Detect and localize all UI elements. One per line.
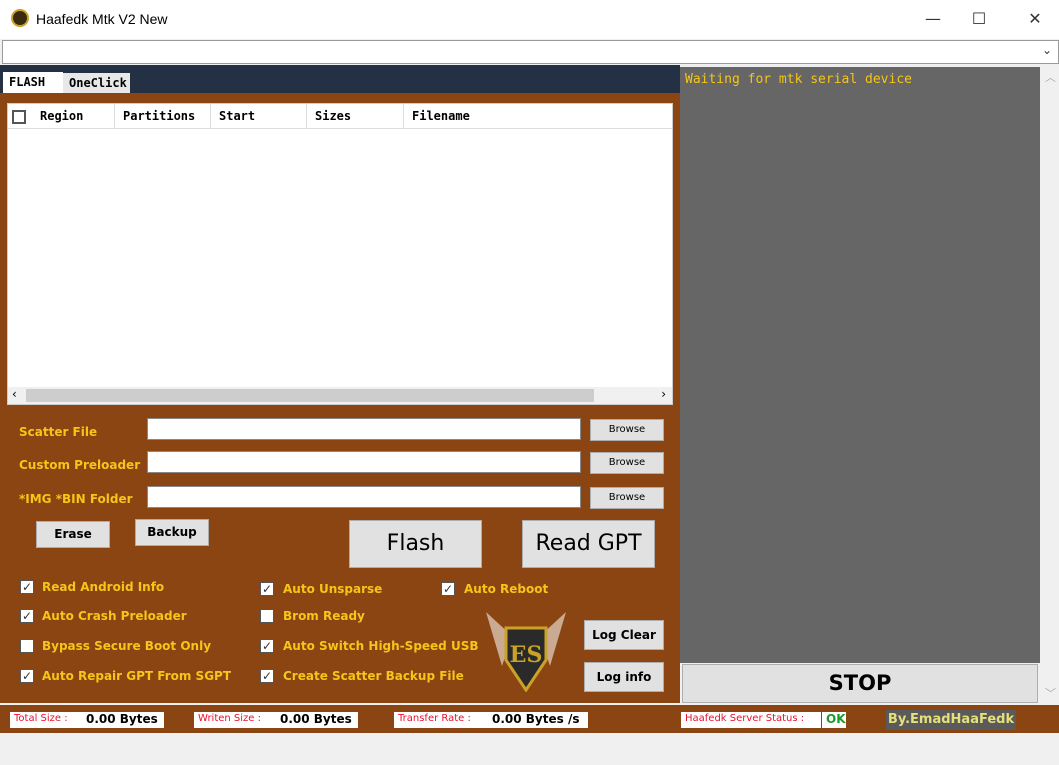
option-label: Bypass Secure Boot Only [42,639,212,653]
option-label: Auto Unsparse [283,582,383,596]
scroll-thumb[interactable] [26,389,594,402]
log-text: Waiting for mtk serial device [685,72,912,87]
col-filename[interactable]: Filename [404,104,672,129]
col-label: Region [40,109,84,123]
auto-reboot-checkbox[interactable]: ✓ [441,582,455,596]
scroll-left-icon[interactable]: ‹ [12,387,17,401]
log-info-button[interactable]: Log info [584,662,664,692]
browse-scatter-button[interactable]: Browse [590,419,664,441]
read-android-info-checkbox[interactable]: ✓ [20,580,34,594]
option-label: Read Android Info [42,580,165,594]
col-start[interactable]: Start [211,104,307,129]
col-sizes[interactable]: Sizes [307,104,404,129]
scroll-down-icon[interactable]: ﹀ [1045,685,1056,701]
option-label: Auto Reboot [464,582,549,596]
haafedk-emblem-logo: ES [486,612,566,692]
close-button[interactable]: ✕ [1012,6,1058,32]
partition-table[interactable]: Region Partitions Start Sizes Filename ‹… [7,103,673,405]
create-scatter-backup-checkbox[interactable]: ✓ [260,669,274,683]
tab-flash[interactable]: FLASH [3,72,63,94]
browse-folder-button[interactable]: Browse [590,487,664,509]
chevron-down-icon: ⌄ [1041,43,1052,57]
auto-switch-usb-checkbox[interactable]: ✓ [260,639,274,653]
img-folder-input[interactable] [147,486,581,508]
transfer-rate-value: 0.00 Bytes /s [488,712,588,728]
erase-button[interactable]: Erase [36,521,110,548]
port-select[interactable]: ⌄ [2,40,1059,64]
flash-button[interactable]: Flash [349,520,482,568]
minimize-button[interactable]: — [910,6,956,32]
title-bar: Haafedk Mtk V2 New — ☐ ✕ [0,0,1059,39]
brom-ready-checkbox[interactable] [260,609,274,623]
option-label: Auto Repair GPT From SGPT [42,669,232,683]
col-partitions[interactable]: Partitions [115,104,211,129]
scroll-right-icon[interactable]: › [661,387,666,401]
stop-button[interactable]: STOP [682,664,1038,703]
vertical-scrollbar[interactable]: ︿ ﹀ [1040,67,1059,705]
browse-preloader-button[interactable]: Browse [590,452,664,474]
option-label: Brom Ready [283,609,365,623]
maximize-button[interactable]: ☐ [956,6,1002,32]
img-folder-label: *IMG *BIN Folder [19,492,133,506]
log-panel [680,67,1040,663]
credit-label: By.EmadHaaFedk [886,710,1016,730]
server-status-value: OK [822,712,846,728]
read-gpt-button[interactable]: Read GPT [522,520,655,568]
svg-text:ES: ES [510,642,543,668]
total-size-label: Total Size : [10,712,82,728]
window-title: Haafedk Mtk V2 New [36,11,168,27]
backup-button[interactable]: Backup [135,519,209,546]
written-size-value: 0.00 Bytes [276,712,358,728]
tab-oneclick[interactable]: OneClick [63,73,130,95]
written-size-label: Writen Size : [194,712,276,728]
scroll-up-icon[interactable]: ︿ [1045,69,1056,85]
bypass-secure-boot-checkbox[interactable] [20,639,34,653]
auto-repair-gpt-checkbox[interactable]: ✓ [20,669,34,683]
option-label: Create Scatter Backup File [283,669,464,683]
scatter-file-label: Scatter File [19,425,98,439]
auto-crash-preloader-checkbox[interactable]: ✓ [20,609,34,623]
total-size-value: 0.00 Bytes [82,712,164,728]
transfer-rate-label: Transfer Rate : [394,712,488,728]
horizontal-scrollbar[interactable]: ‹ › [8,387,672,404]
scatter-file-input[interactable] [147,418,581,440]
custom-preloader-label: Custom Preloader [19,458,141,472]
option-label: Auto Crash Preloader [42,609,187,623]
select-all-checkbox[interactable] [12,110,26,124]
option-label: Auto Switch High-Speed USB [283,639,479,653]
app-logo-icon [11,9,29,27]
log-clear-button[interactable]: Log Clear [584,620,664,650]
custom-preloader-input[interactable] [147,451,581,473]
auto-unsparse-checkbox[interactable]: ✓ [260,582,274,596]
server-status-label: Haafedk Server Status : [681,712,821,728]
